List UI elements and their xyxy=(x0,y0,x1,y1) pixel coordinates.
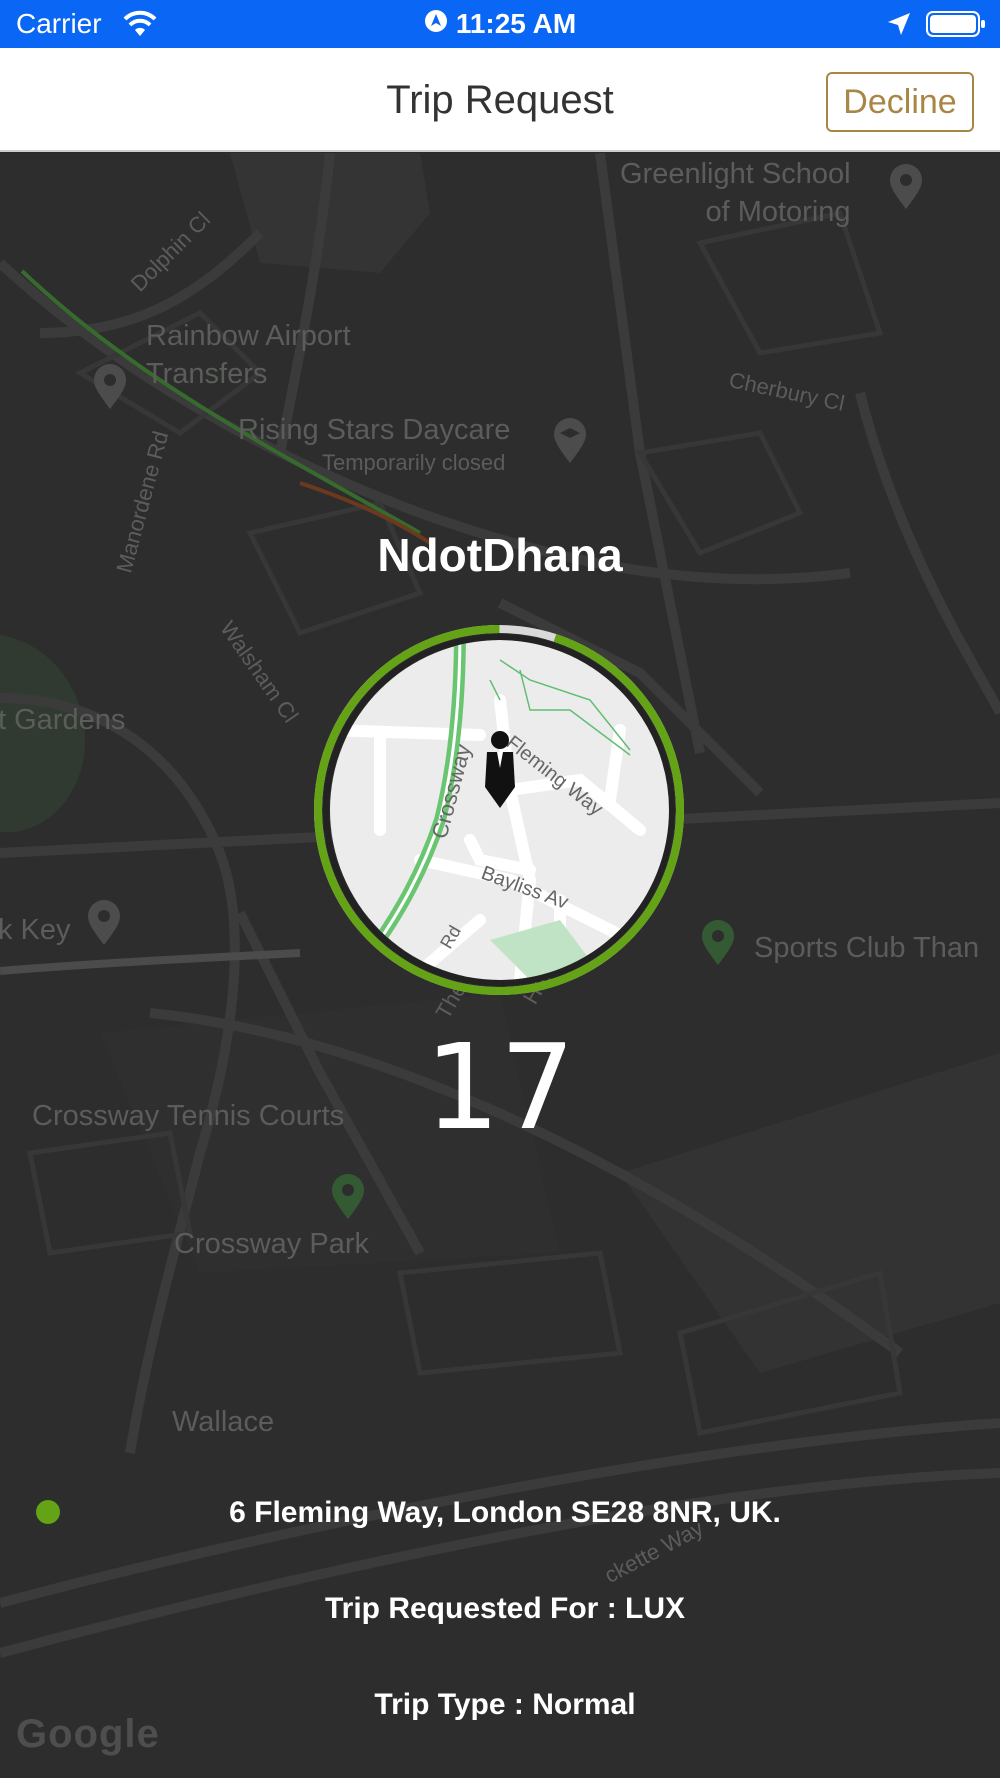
rider-name: NdotDhana xyxy=(377,529,623,581)
map-pin-icon xyxy=(330,1173,366,1226)
map-label-line: Transfers xyxy=(146,358,268,390)
map-label-closed: Temporarily closed xyxy=(322,450,506,475)
map-label-daycare: Rising Stars Daycare xyxy=(238,414,511,446)
map-label-archway: Wallace xyxy=(172,1406,275,1438)
countdown-ring-inner xyxy=(323,634,675,986)
map-label-line: of Motoring xyxy=(705,196,851,228)
battery-icon xyxy=(926,10,986,43)
status-time: 11:25 AM xyxy=(0,8,1000,40)
map-label-gardens: t Gardens xyxy=(0,704,126,736)
map-label-park: Crossway Park xyxy=(174,1228,369,1260)
map-pin-icon xyxy=(86,899,122,952)
school-icon xyxy=(552,417,588,470)
location-arrow-icon xyxy=(886,11,912,42)
decline-button[interactable]: Decline xyxy=(826,72,974,132)
time-label: 11:25 AM xyxy=(455,8,577,39)
google-attribution: Google xyxy=(16,1712,160,1756)
trip-requested-for: Trip Requested For : LUX xyxy=(324,1592,686,1625)
map-pin-icon xyxy=(700,919,736,972)
countdown-ring-progress xyxy=(314,625,684,995)
status-bar: Carrier 11:25 AM xyxy=(0,0,1000,48)
map-pin-icon xyxy=(888,163,924,216)
map-label-line: Rainbow Airport xyxy=(146,320,351,352)
map-label-school: Greenlight School of Motoring xyxy=(620,155,851,231)
map-label-sports: Sports Club Than xyxy=(754,932,980,964)
map-label-key: k Key xyxy=(0,914,71,946)
location-services-icon xyxy=(424,8,448,40)
nav-header: Trip Request Decline xyxy=(0,48,1000,152)
countdown-ring xyxy=(314,625,684,995)
countdown-timer: 17 xyxy=(424,1018,576,1156)
map-label-airport: Rainbow Airport Transfers xyxy=(146,317,351,393)
map-label-line: Greenlight School xyxy=(620,158,851,190)
map-pin-icon xyxy=(92,363,128,416)
pickup-address: 6 Fleming Way, London SE28 8NR, UK. xyxy=(229,1496,781,1529)
